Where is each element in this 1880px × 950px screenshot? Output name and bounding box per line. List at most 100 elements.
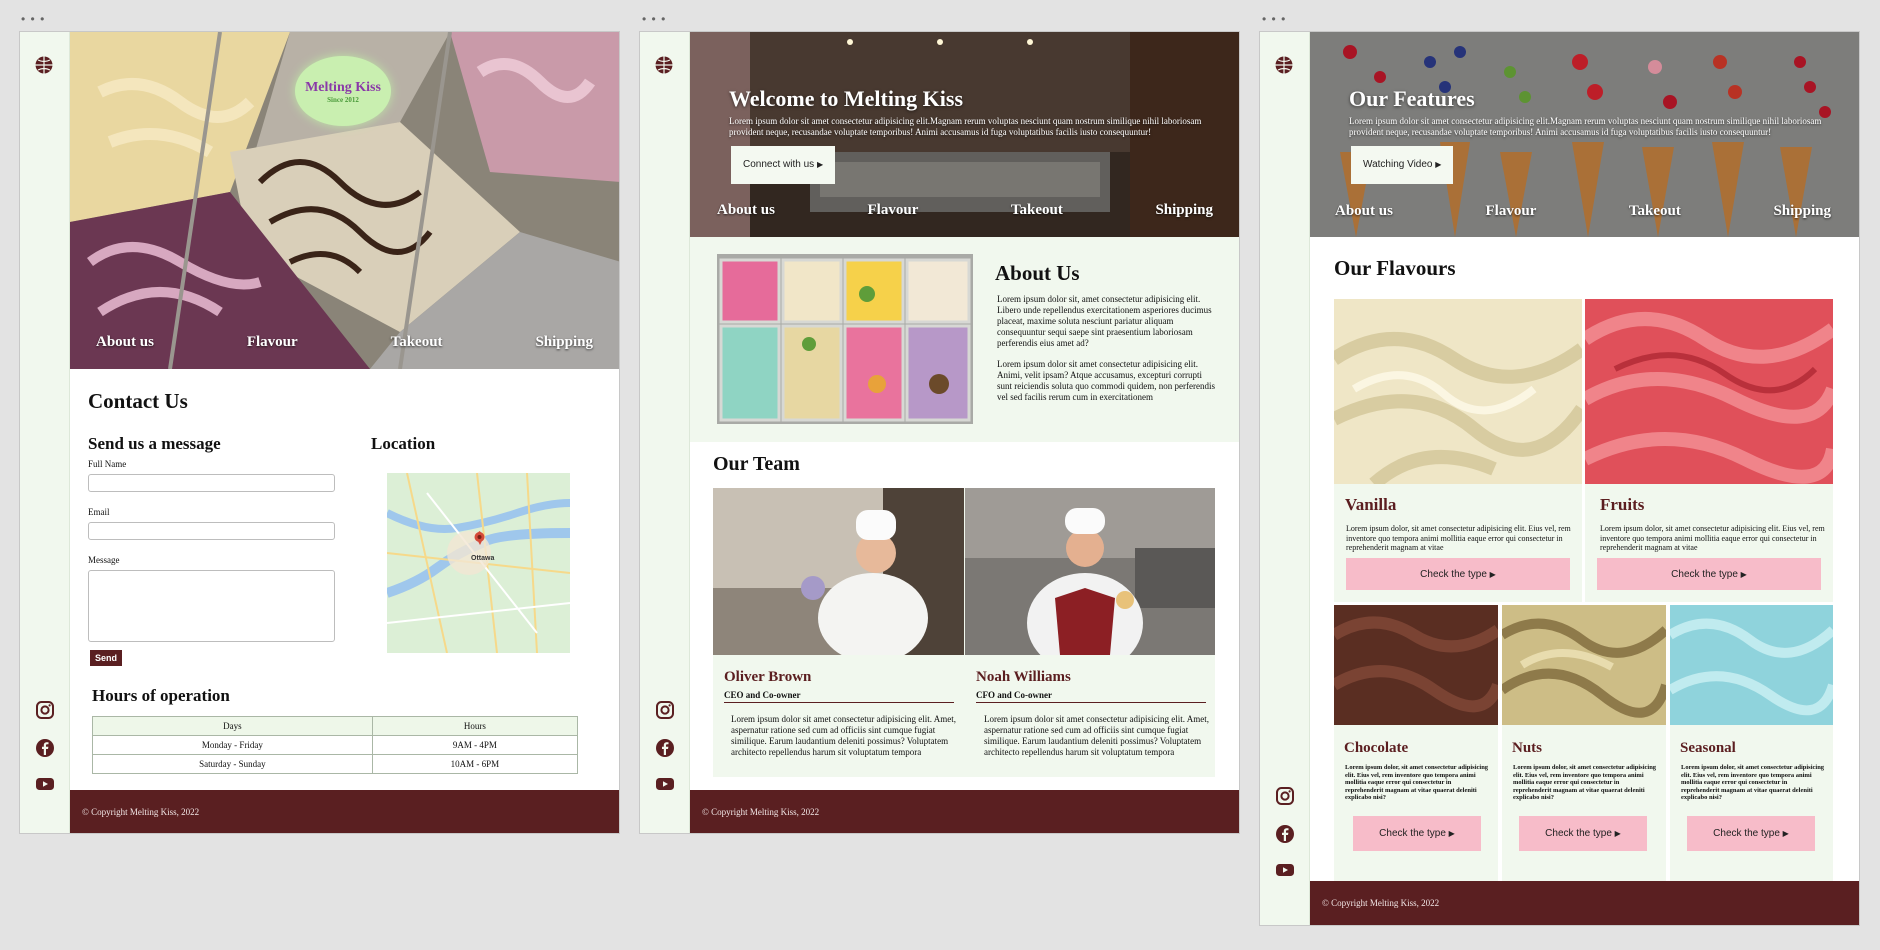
nav-shipping[interactable]: Shipping [1773,203,1831,220]
globe-icon[interactable] [654,55,674,75]
full-name-label: Full Name [88,459,127,469]
location-map[interactable]: Ottawa [387,473,570,653]
footer-copyright: © Copyright Melting Kiss, 2022 [690,790,1239,833]
message-textarea[interactable] [88,570,335,642]
footer-copyright: © Copyright Melting Kiss, 2022 [1310,881,1859,925]
about-title: About Us [995,261,1080,285]
about-section: About Us Lorem ipsum dolor sit, amet con… [690,237,1239,442]
nav-about-us[interactable]: About us [96,334,154,351]
contact-page-frame: Melting Kiss Since 2012 About us Flavour… [19,31,620,834]
about-paragraph-1: Lorem ipsum dolor sit, amet consectetur … [997,294,1212,348]
hero-title: Welcome to Melting Kiss [729,86,964,111]
team-title: Our Team [713,453,800,475]
message-label: Message [88,555,120,565]
check-type-button[interactable]: Check the type ▶ [1597,558,1821,590]
instagram-icon[interactable] [35,700,55,720]
flavour-description: Lorem ipsum dolor, sit amet consectetur … [1346,524,1571,552]
team-member-role: CEO and Co-owner [724,690,954,703]
hours-col-days: Days [92,716,373,736]
nav-flavour[interactable]: Flavour [868,202,919,219]
nav-takeout[interactable]: Takeout [391,334,443,351]
send-button[interactable]: Send [90,650,122,666]
nav-shipping[interactable]: Shipping [535,334,593,351]
features-page-frame: Our Features Lorem ipsum dolor sit amet … [1259,31,1860,926]
nav-about-us[interactable]: About us [1335,203,1393,220]
flavour-card-fruits: Fruits Lorem ipsum dolor, sit amet conse… [1581,299,1840,602]
team-member-bio: Lorem ipsum dolor sit amet consectetur a… [731,714,956,757]
nav-takeout[interactable]: Takeout [1011,202,1063,219]
page-title: Contact Us [88,389,188,413]
seasonal-photo [1667,605,1838,725]
main-nav: About us Flavour Takeout Shipping [690,202,1239,219]
team-section: Oliver Brown CEO and Co-owner Lorem ipsu… [713,488,1215,777]
play-arrow-icon: ▶ [816,160,824,169]
flavour-name: Chocolate [1344,740,1409,756]
facebook-icon[interactable] [1275,824,1295,844]
nav-flavour[interactable]: Flavour [247,334,298,351]
side-rail [20,32,70,833]
connect-button[interactable]: Connect with us ▶ [731,146,836,184]
check-type-label: Check the type [1379,828,1446,839]
nuts-photo [1499,605,1671,725]
hours-time-cell: 10AM - 6PM [371,754,579,774]
footer-copyright: © Copyright Melting Kiss, 2022 [70,790,619,833]
nav-flavour[interactable]: Flavour [1486,203,1537,220]
location-heading: Location [371,434,436,453]
youtube-icon[interactable] [1275,860,1295,880]
hours-heading: Hours of operation [92,686,230,705]
side-rail [1260,32,1310,925]
main-nav: About us Flavour Takeout Shipping [1310,203,1859,220]
full-name-input[interactable] [88,474,335,492]
frame-menu-dots[interactable]: • • • [1262,13,1286,25]
youtube-icon[interactable] [35,774,55,794]
globe-icon[interactable] [1274,55,1294,75]
check-type-label: Check the type [1671,568,1738,580]
instagram-icon[interactable] [655,700,675,720]
youtube-icon[interactable] [655,774,675,794]
team-member-name: Noah Williams [976,669,1071,685]
watch-video-button[interactable]: Watching Video ▶ [1351,146,1454,184]
map-city-label: Ottawa [471,555,495,562]
flavour-card-chocolate: Chocolate Lorem ipsum dolor, sit amet co… [1330,605,1504,896]
play-arrow-icon: ▶ [1435,160,1442,169]
flavour-description: Lorem ipsum dolor, sit amet consectetur … [1513,764,1657,801]
flavour-name: Nuts [1512,740,1543,756]
team-photo-oliver [713,488,964,655]
hours-col-hours: Hours [371,716,579,736]
frame-menu-dots[interactable]: • • • [642,13,666,25]
check-type-label: Check the type [1420,568,1487,580]
nav-about-us[interactable]: About us [717,202,775,219]
about-paragraph-2: Lorem ipsum dolor sit amet consectetur a… [997,359,1215,402]
flavour-card-seasonal: Seasonal Lorem ipsum dolor, sit amet con… [1667,605,1838,896]
globe-icon[interactable] [34,55,54,75]
side-rail [640,32,690,833]
play-arrow-icon: ▶ [1614,829,1621,838]
email-input[interactable] [88,522,335,540]
main-nav: About us Flavour Takeout Shipping [70,334,619,351]
play-arrow-icon: ▶ [1489,569,1496,579]
nav-takeout[interactable]: Takeout [1629,203,1681,220]
check-type-button[interactable]: Check the type ▶ [1353,816,1481,851]
nav-shipping[interactable]: Shipping [1155,202,1213,219]
play-arrow-icon: ▶ [1782,829,1789,838]
hero-title: Our Features [1349,86,1475,111]
facebook-icon[interactable] [655,738,675,758]
brand-logo[interactable]: Melting Kiss Since 2012 [295,56,391,126]
check-type-button[interactable]: Check the type ▶ [1346,558,1570,590]
team-member-bio: Lorem ipsum dolor sit amet consectetur a… [984,714,1209,757]
hero-text: Lorem ipsum dolor sit amet consectetur a… [729,116,1202,137]
logo-subtitle: Since 2012 [327,96,359,104]
team-member-role: CFO and Co-owner [976,690,1206,703]
features-hero: Our Features Lorem ipsum dolor sit amet … [1310,32,1859,237]
logo-name: Melting Kiss [305,80,381,95]
chocolate-photo [1330,605,1504,725]
check-type-button[interactable]: Check the type ▶ [1519,816,1647,851]
facebook-icon[interactable] [35,738,55,758]
flavours-title: Our Flavours [1334,256,1456,280]
check-type-button[interactable]: Check the type ▶ [1687,816,1815,851]
watch-video-label: Watching Video [1363,159,1433,170]
instagram-icon[interactable] [1275,786,1295,806]
play-arrow-icon: ▶ [1448,829,1455,838]
flavour-description: Lorem ipsum dolor, sit amet consectetur … [1345,764,1489,801]
frame-menu-dots[interactable]: • • • [21,13,45,25]
